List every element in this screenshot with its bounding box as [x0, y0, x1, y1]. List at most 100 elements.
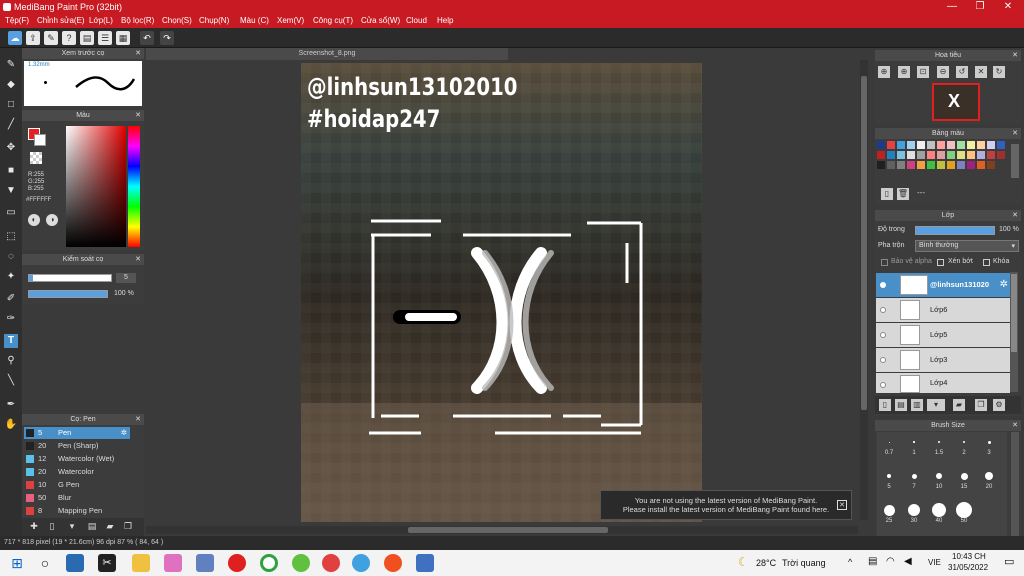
palette-swatch[interactable] [927, 161, 935, 169]
brush-size-dot[interactable] [987, 440, 991, 444]
vertical-scrollbar[interactable] [860, 60, 868, 520]
brush-size-dot[interactable] [908, 504, 920, 516]
gear-icon[interactable]: ✲ [121, 427, 127, 439]
brush-size-dot[interactable] [887, 474, 891, 478]
chrome-icon-3[interactable] [384, 554, 402, 572]
close-panel-icon[interactable]: ✕ [135, 414, 141, 425]
hand-tool-icon[interactable]: ✋ [4, 418, 18, 432]
share-icon[interactable]: ⇪ [26, 31, 40, 45]
palette-swatch[interactable] [957, 151, 965, 159]
layer-row[interactable]: Lớp5 [876, 323, 1010, 347]
maximize-button[interactable]: ❐ [966, 0, 994, 14]
volume-icon[interactable]: ◀ [904, 556, 912, 567]
zoom-plus-icon[interactable]: ⊕ [898, 66, 910, 78]
palette-swatch[interactable] [897, 151, 905, 159]
brush-size-scrollbar[interactable] [1011, 432, 1019, 536]
page-icon[interactable]: ▤ [80, 31, 94, 45]
brush-size-dot[interactable] [913, 441, 915, 443]
brush-size-slider[interactable] [28, 274, 112, 282]
chrome-icon-2[interactable] [352, 554, 370, 572]
scrollbar-thumb[interactable] [1011, 274, 1017, 352]
palette-swatch[interactable] [917, 151, 925, 159]
brush-tool-icon[interactable]: ✎ [4, 58, 18, 72]
eyedropper-icon[interactable]: ╲ [4, 374, 18, 388]
palette-swatch[interactable] [977, 161, 985, 169]
brush-menu-icon[interactable]: ▾ [64, 521, 80, 533]
eraser-tool-icon[interactable]: ◆ [4, 78, 18, 92]
brush-item-pen-sharp[interactable]: 20 Pen (Sharp) [24, 440, 130, 452]
notification-icon[interactable]: ▭ [1004, 555, 1014, 568]
hue-slider[interactable] [128, 126, 140, 247]
bucket-tool-icon[interactable]: ▼ [4, 184, 18, 198]
search-icon[interactable]: ○ [36, 554, 54, 572]
app-green-icon[interactable] [292, 554, 310, 572]
magic-wand-icon[interactable]: ✦ [4, 270, 18, 284]
layer-row[interactable]: Lớp6 [876, 298, 1010, 322]
file-explorer-icon[interactable] [132, 554, 150, 572]
add-brush-icon[interactable]: ✚ [28, 521, 40, 533]
menu-cloud[interactable]: Cloud [406, 14, 427, 28]
horizontal-scrollbar[interactable] [146, 526, 858, 534]
brush-item-g-pen[interactable]: 10 G Pen [24, 479, 130, 491]
palette-swatch[interactable] [947, 141, 955, 149]
close-panel-icon[interactable]: ✕ [1012, 420, 1018, 431]
language-indicator[interactable]: VIE [928, 558, 941, 567]
redo-icon[interactable]: ↷ [160, 31, 174, 45]
new-brush-icon[interactable]: ▯ [46, 521, 58, 533]
folder-icon[interactable]: ▰ [104, 521, 116, 533]
palette-swatch[interactable] [987, 151, 995, 159]
palette-swatch[interactable] [987, 161, 995, 169]
camera-icon[interactable] [196, 554, 214, 572]
text-tool-icon[interactable]: T [4, 334, 18, 348]
color-sample-icon[interactable]: ◑ [46, 214, 58, 226]
menu-view[interactable]: Xem(V) [277, 14, 304, 28]
folder-icon[interactable]: ▰ [953, 399, 965, 411]
close-panel-icon[interactable]: ✕ [1012, 210, 1018, 221]
record-icon[interactable] [228, 554, 246, 572]
menu-file[interactable]: Tệp(F) [5, 14, 29, 28]
blend-mode-select[interactable]: Bình thường ▾ [915, 240, 1019, 252]
grid-icon[interactable]: ▦ [116, 31, 130, 45]
eye-icon[interactable] [880, 382, 886, 388]
brush-size-dot[interactable] [888, 441, 890, 443]
eye-icon[interactable] [880, 332, 886, 338]
undo-icon[interactable]: ↶ [140, 31, 154, 45]
palette-swatch[interactable] [997, 151, 1005, 159]
gradient-tool-icon[interactable]: ▭ [4, 206, 18, 220]
menu-capture[interactable]: Chụp(N) [199, 14, 229, 28]
palette-swatch[interactable] [877, 151, 885, 159]
palette-swatch[interactable] [967, 151, 975, 159]
brush-opacity-slider[interactable] [28, 290, 108, 298]
layers-scrollbar[interactable] [1010, 272, 1018, 392]
brush-size-dot[interactable] [936, 473, 942, 479]
game-icon[interactable] [164, 554, 182, 572]
brush-item-pen[interactable]: 5 Pen ✲ [24, 427, 130, 439]
menu-color[interactable]: Màu (C) [240, 14, 269, 28]
zoom-in-icon[interactable]: ⊕ [878, 66, 890, 78]
palette-swatch[interactable] [927, 141, 935, 149]
brush-size-dot[interactable] [956, 502, 972, 518]
chrome-icon[interactable] [260, 554, 278, 572]
lasso-tool-icon[interactable]: ◌ [4, 250, 18, 264]
menu-layer[interactable]: Lớp(L) [89, 14, 113, 28]
brush-item-watercolor[interactable]: 20 Watercolor [24, 466, 130, 478]
rotate-left-icon[interactable]: ↺ [956, 66, 968, 78]
close-panel-icon[interactable]: ✕ [1012, 128, 1018, 139]
menu-help[interactable]: Help [437, 14, 453, 28]
color-saturation-picker[interactable] [66, 126, 126, 247]
gear-icon[interactable]: ✲ [1000, 279, 1008, 290]
palette-swatch[interactable] [937, 151, 945, 159]
select-pen-icon[interactable]: ✐ [4, 292, 18, 306]
brush-size-value[interactable]: 5 [116, 273, 136, 283]
protect-alpha-checkbox[interactable] [881, 259, 888, 266]
palette-swatch[interactable] [887, 161, 895, 169]
palette-swatch[interactable] [967, 161, 975, 169]
layer-opacity-slider[interactable] [915, 226, 995, 235]
zoom-out-icon[interactable]: ⊖ [937, 66, 949, 78]
brush-size-dot[interactable] [985, 472, 993, 480]
palette-swatch[interactable] [947, 151, 955, 159]
scrollbar-thumb[interactable] [408, 527, 608, 533]
palette-more[interactable]: --- [917, 188, 925, 197]
palette-scrollbar[interactable] [1011, 144, 1019, 178]
palette-swatch[interactable] [917, 161, 925, 169]
